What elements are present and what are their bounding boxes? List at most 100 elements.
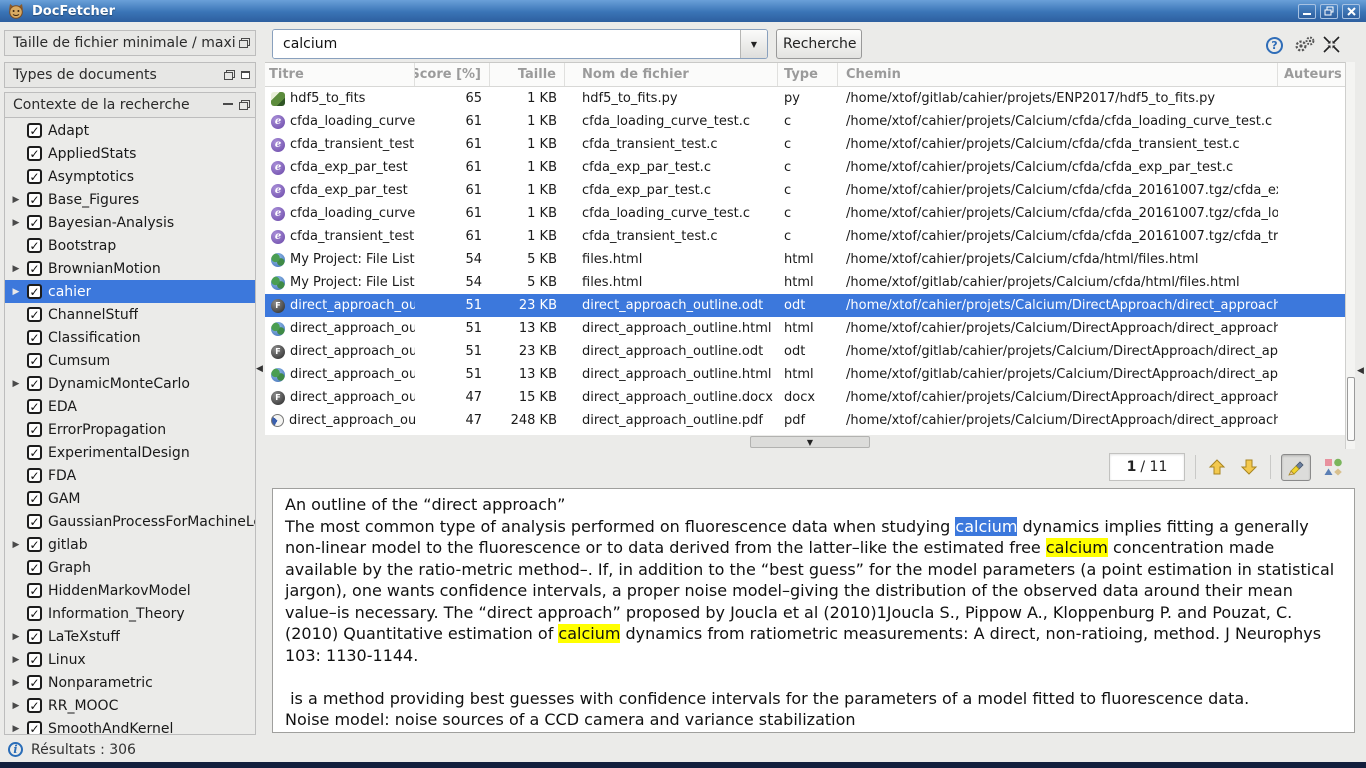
table-vertical-scrollbar[interactable]	[1345, 62, 1355, 449]
tree-item-Nonparametric[interactable]: ▶✓Nonparametric	[5, 671, 255, 694]
column-header-taille[interactable]: Taille	[490, 63, 565, 86]
expander-arrow-icon[interactable]: ▶	[5, 195, 21, 205]
minimize-button[interactable]	[1298, 4, 1316, 19]
search-button[interactable]: Recherche	[776, 29, 862, 59]
table-row[interactable]: direct_approach_outline5113 KBdirect_app…	[265, 363, 1345, 386]
tree-item-ErrorPropagation[interactable]: ✓ErrorPropagation	[5, 418, 255, 441]
tree-item-ChannelStuff[interactable]: ✓ChannelStuff	[5, 303, 255, 326]
tree-item-FDA[interactable]: ✓FDA	[5, 464, 255, 487]
checkbox-checked[interactable]: ✓	[27, 261, 42, 276]
table-row[interactable]: My Project: File List545 KBfiles.htmlhtm…	[265, 248, 1345, 271]
table-row[interactable]: cfda_transient_test611 KBcfda_transient_…	[265, 133, 1345, 156]
tree-item-GaussianProcessForMachineLearning[interactable]: ✓GaussianProcessForMachineLearning	[5, 510, 255, 533]
tree-item-Bayesian-Analysis[interactable]: ▶✓Bayesian-Analysis	[5, 211, 255, 234]
table-row[interactable]: cfda_loading_curve_test611 KBcfda_loadin…	[265, 202, 1345, 225]
tree-item-Adapt[interactable]: ✓Adapt	[5, 119, 255, 142]
expander-arrow-icon[interactable]: ▶	[5, 218, 21, 228]
checkbox-checked[interactable]: ✓	[27, 583, 42, 598]
checkbox-checked[interactable]: ✓	[27, 284, 42, 299]
checkbox-checked[interactable]: ✓	[27, 560, 42, 575]
checkbox-checked[interactable]: ✓	[27, 629, 42, 644]
checkbox-checked[interactable]: ✓	[27, 606, 42, 621]
checkbox-checked[interactable]: ✓	[27, 491, 42, 506]
table-row[interactable]: cfda_transient_test611 KBcfda_transient_…	[265, 225, 1345, 248]
checkbox-checked[interactable]: ✓	[27, 537, 42, 552]
doctypes-panel-header[interactable]: Types de documents	[4, 62, 256, 88]
expander-arrow-icon[interactable]: ▶	[5, 701, 21, 711]
table-row[interactable]: direct_approach_outline4715 KBdirect_app…	[265, 386, 1345, 409]
tree-item-DynamicMonteCarlo[interactable]: ▶✓DynamicMonteCarlo	[5, 372, 255, 395]
tree-item-gitlab[interactable]: ▶✓gitlab	[5, 533, 255, 556]
close-button[interactable]	[1342, 4, 1360, 19]
table-row[interactable]: direct_approach_outline5113 KBdirect_app…	[265, 317, 1345, 340]
expander-arrow-icon[interactable]: ▶	[5, 540, 21, 550]
sash-handle[interactable]: ▼	[750, 436, 870, 448]
checkbox-checked[interactable]: ✓	[27, 468, 42, 483]
checkbox-checked[interactable]: ✓	[27, 169, 42, 184]
tree-item-Information_Theory[interactable]: ✓Information_Theory	[5, 602, 255, 625]
table-preview-sash[interactable]: ▼	[265, 435, 1355, 449]
checkbox-checked[interactable]: ✓	[27, 514, 42, 529]
next-occurrence-button[interactable]	[1238, 456, 1260, 478]
highlight-shapes-icon[interactable]	[1321, 455, 1345, 479]
restore-panel-icon[interactable]	[239, 100, 250, 110]
tree-item-HiddenMarkovModel[interactable]: ✓HiddenMarkovModel	[5, 579, 255, 602]
restore-panel-icon[interactable]	[239, 38, 250, 48]
tree-item-RR_MOOC[interactable]: ▶✓RR_MOOC	[5, 694, 255, 717]
checkbox-checked[interactable]: ✓	[27, 698, 42, 713]
tree-item-Classification[interactable]: ✓Classification	[5, 326, 255, 349]
checkbox-checked[interactable]: ✓	[27, 307, 42, 322]
table-row[interactable]: direct_approach_outline5123 KBdirect_app…	[265, 340, 1345, 363]
expander-arrow-icon[interactable]: ▶	[5, 655, 21, 665]
checkbox-checked[interactable]: ✓	[27, 675, 42, 690]
filesize-panel-header[interactable]: Taille de fichier minimale / maximale	[4, 30, 256, 56]
checkbox-checked[interactable]: ✓	[27, 215, 42, 230]
expander-arrow-icon[interactable]: ▶	[5, 632, 21, 642]
tree-item-ExperimentalDesign[interactable]: ✓ExperimentalDesign	[5, 441, 255, 464]
checkbox-checked[interactable]: ✓	[27, 376, 42, 391]
table-row[interactable]: My Project: File List545 KBfiles.htmlhtm…	[265, 271, 1345, 294]
maximize-panel-icon[interactable]	[241, 71, 250, 79]
checkbox-checked[interactable]: ✓	[27, 422, 42, 437]
tree-item-Cumsum[interactable]: ✓Cumsum	[5, 349, 255, 372]
column-header-type[interactable]: Type	[778, 63, 838, 86]
tree-item-GAM[interactable]: ✓GAM	[5, 487, 255, 510]
collapse-sidebar-arrow-icon[interactable]: ◀	[256, 364, 263, 374]
checkbox-checked[interactable]: ✓	[27, 123, 42, 138]
scrollbar-thumb[interactable]	[1347, 377, 1355, 441]
expander-arrow-icon[interactable]: ▶	[5, 379, 21, 389]
toggle-maximize-view-icon[interactable]	[1323, 36, 1340, 57]
tree-item-AppliedStats[interactable]: ✓AppliedStats	[5, 142, 255, 165]
tree-item-EDA[interactable]: ✓EDA	[5, 395, 255, 418]
expander-arrow-icon[interactable]: ▶	[5, 678, 21, 688]
right-sash[interactable]: ◀	[1355, 22, 1366, 737]
search-history-dropdown-button[interactable]: ▼	[740, 30, 767, 58]
table-row[interactable]: hdf5_to_fits651 KBhdf5_to_fits.pypy/home…	[265, 87, 1345, 110]
table-row[interactable]: direct_approach_outline5123 KBdirect_app…	[265, 294, 1345, 317]
checkbox-checked[interactable]: ✓	[27, 353, 42, 368]
preview-text[interactable]: An outline of the “direct approach” The …	[272, 488, 1355, 733]
tree-item-Bootstrap[interactable]: ✓Bootstrap	[5, 234, 255, 257]
checkbox-checked[interactable]: ✓	[27, 721, 42, 734]
checkbox-checked[interactable]: ✓	[27, 445, 42, 460]
checkbox-checked[interactable]: ✓	[27, 330, 42, 345]
checkbox-checked[interactable]: ✓	[27, 146, 42, 161]
column-header-score[interactable]: Score [%]	[415, 63, 490, 86]
help-icon[interactable]: ?	[1266, 37, 1283, 54]
column-header-titre[interactable]: Titre	[265, 63, 415, 86]
table-row[interactable]: cfda_exp_par_test611 KBcfda_exp_par_test…	[265, 156, 1345, 179]
checkbox-checked[interactable]: ✓	[27, 399, 42, 414]
tree-item-SmoothAndKernel[interactable]: ▶✓SmoothAndKernel	[5, 717, 255, 734]
checkbox-checked[interactable]: ✓	[27, 238, 42, 253]
tree-item-Linux[interactable]: ▶✓Linux	[5, 648, 255, 671]
preferences-gears-icon[interactable]	[1293, 35, 1317, 57]
column-header-nom[interactable]: Nom de fichier	[565, 63, 778, 86]
collapse-right-arrow-icon[interactable]: ◀	[1357, 366, 1364, 376]
expander-arrow-icon[interactable]: ▶	[5, 287, 21, 297]
highlighting-toggle-button[interactable]	[1281, 454, 1311, 481]
table-row[interactable]: direct_approach_outline47248 KBdirect_ap…	[265, 409, 1345, 432]
restore-panel-icon[interactable]	[224, 70, 235, 80]
table-row[interactable]: cfda_exp_par_test611 KBcfda_exp_par_test…	[265, 179, 1345, 202]
minimize-panel-icon[interactable]	[223, 101, 233, 105]
tree-item-LaTeXstuff[interactable]: ▶✓LaTeXstuff	[5, 625, 255, 648]
